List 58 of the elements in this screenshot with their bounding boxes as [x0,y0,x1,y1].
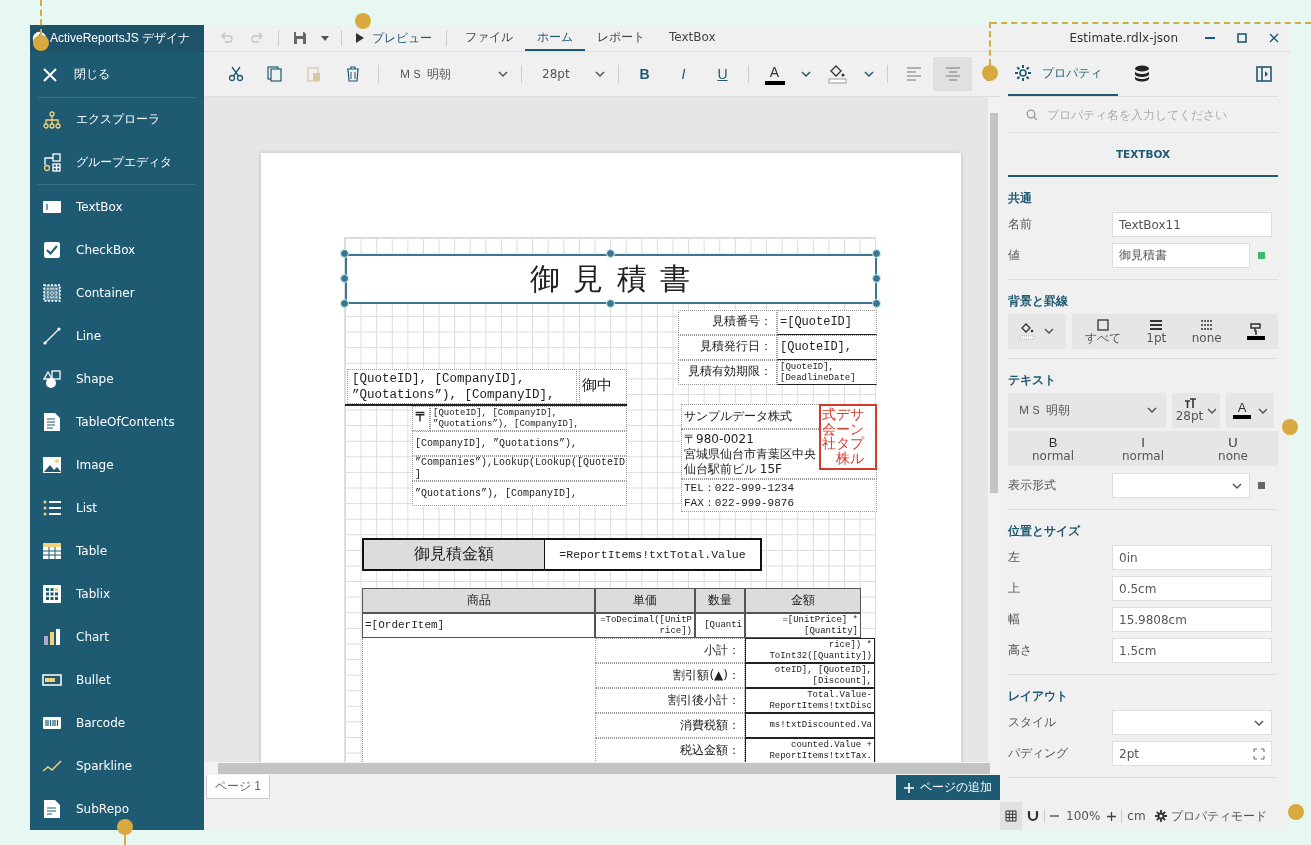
table-cell: =[OrderItem] [362,613,595,638]
summary-value: rice]) * ToInt32([Quantity]) [745,638,875,663]
summary-label: 消費税額： [595,713,745,738]
company-stamp: 式会社 データ株 サンプル [819,404,877,470]
customer-name: [QuoteID], [CompanyID], ”Quotations”), [CompanyID], [347,369,577,404]
section-heading: 共通 [1008,189,1033,207]
section-heading: テキスト [1008,371,1057,389]
address-text: [CompanyID], ”Quotations”), [412,431,627,456]
property-label: 左 [1008,549,1021,566]
contact-line: FAX：022-999-9876 [684,495,795,511]
zoom-level: 100% [1065,809,1102,823]
property-label: 値 [1008,247,1021,264]
column-header: 金額 [745,588,861,613]
section-heading: 背景と罫線 [1008,292,1069,310]
property-label: 表示形式 [1008,477,1057,494]
total-value: =ReportItems!txtTotal.Value [545,538,762,571]
property-label: 高さ [1008,642,1033,659]
section-heading: 位置とサイズ [1008,522,1082,540]
address-text: ”Companies”),Lookup(Lookup([QuoteID] [412,456,627,481]
object-type-heading: TEXTBOX [1008,133,1278,177]
column-header: 単価 [595,588,695,613]
field-label: 見積番号： [678,310,777,335]
field-label: 見積有効期限： [678,360,777,385]
summary-label: 税込金額： [595,738,745,762]
field-value: =[QuoteID] [777,310,877,335]
summary-value: Total.Value-ReportItems!txtDisc [745,688,875,713]
summary-value: oteID], [QuoteID], [Discount], [745,663,875,688]
honorific-text: 御中 [579,369,627,404]
field-label: 見積発行日： [678,335,777,360]
field-value: [QuoteID], [777,335,877,360]
column-header: 商品 [362,588,595,613]
property-label: 上 [1008,580,1021,597]
summary-value: counted.Value + ReportItems!txtTax. [745,738,875,762]
summary-label: 割引後小計： [595,688,745,713]
summary-label: 割引額(▲)： [595,663,745,688]
total-label: 御見積金額 [362,538,545,571]
address-text: [QuoteID], [CompanyID], ”Quotations”), [CompanyID], [430,406,627,431]
section-heading: レイアウト [1008,687,1069,705]
summary-label: 小計： [595,638,745,663]
address-line: 仙台駅前ビル 15F [684,461,782,477]
column-header: 数量 [695,588,745,613]
property-label: 幅 [1008,611,1021,628]
table-cell: [Quanti [695,613,745,638]
contact-line: TEL：022-999-1234 [684,480,795,496]
report-title: 御 見 積 書 [345,254,877,304]
file-name: Estimate.rdlx-json [1069,31,1178,45]
field-value: [QuoteID], [DeadlineDate] [777,360,877,385]
summary-value: ms!txtDiscounted.Va [745,713,875,738]
postal-mark: 〒 [412,406,430,431]
table-cell: =[UnitPrice] * [Quantity] [745,613,861,638]
address-text: ”Quotations”), [CompanyID], [412,481,627,506]
property-label: 名前 [1008,216,1033,233]
app-title: ActiveReportsJS デザイナ [50,30,191,47]
address-line: 宮城県仙台市青葉区中央 [684,446,816,462]
address-line: 〒980-0021 [684,431,754,447]
table-cell: =ToDecimal([UnitPrice]) [595,613,695,638]
property-label: パディング [1008,745,1069,762]
property-label: スタイル [1008,714,1057,731]
